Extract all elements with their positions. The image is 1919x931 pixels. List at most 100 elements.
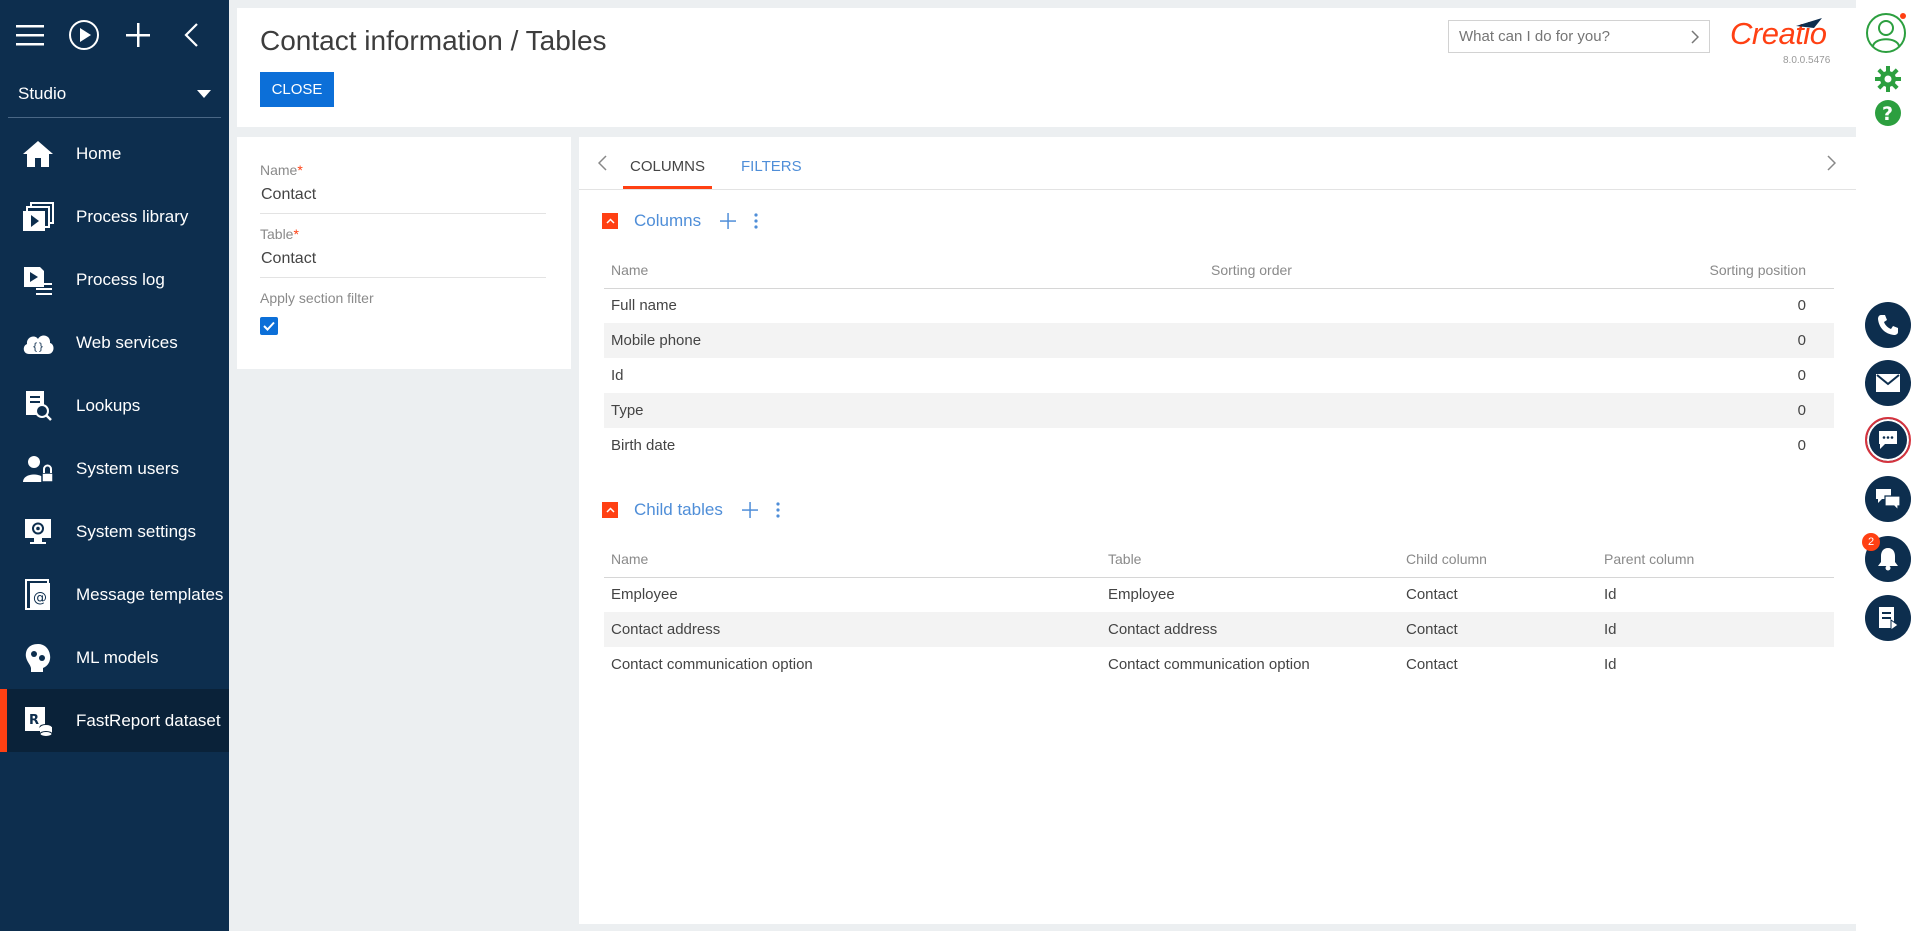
sidebar-item-label: Process library [76,206,189,226]
columns-more-button[interactable] [754,213,758,229]
system-settings-icon [20,514,56,550]
cell-sorting-position: 0 [1797,437,1806,454]
table-row[interactable]: Contact address Contact address Contact … [604,612,1834,647]
process-log-icon [20,262,56,298]
command-line-input[interactable] [1459,28,1691,45]
sidebar-item-home[interactable]: Home [0,122,229,185]
col-header-child-column[interactable]: Child column [1399,541,1597,578]
columns-group-title[interactable]: Columns [634,211,701,231]
section-filter-field: Apply section filter [260,290,548,335]
sidebar-item-process-library[interactable]: Process library [0,185,229,248]
table-row[interactable]: Mobile phone 0 [604,323,1834,358]
name-input[interactable]: Contact [260,178,546,214]
columns-group-header: Columns [602,190,1834,252]
tabs-scroll-right-icon[interactable] [1827,155,1836,171]
approvals-button[interactable] [1865,595,1911,641]
col-header-parent-column[interactable]: Parent column [1597,541,1834,578]
sidebar-item-label: Lookups [76,395,141,415]
chevron-up-icon [605,507,615,513]
sidebar-item-label: System users [76,458,179,478]
col-header-name[interactable]: Name [604,252,1204,289]
tab-filters[interactable]: FILTERS [734,158,809,189]
child-tables-group-title[interactable]: Child tables [634,500,723,520]
tab-columns[interactable]: COLUMNS [623,158,713,189]
sidebar-item-system-settings[interactable]: System settings [0,500,229,563]
approvals-icon [1879,607,1899,630]
plus-icon [741,502,758,518]
feed-button[interactable] [1865,476,1911,522]
add-icon[interactable] [122,18,154,52]
workplace-selector[interactable]: Studio [8,70,221,118]
sidebar-item-label: ML models [76,647,159,667]
sidebar-item-lookups[interactable]: Lookups [0,374,229,437]
communication-panel: ? 2 [1856,0,1919,931]
add-child-table-button[interactable] [741,502,758,518]
sidebar-item-ml-models[interactable]: ML models [0,626,229,689]
gear-icon[interactable] [1874,65,1902,98]
cell-table: Employee [1108,586,1175,604]
creatio-logo: Creatio [1730,16,1827,52]
more-vertical-icon [776,502,780,518]
col-header-name[interactable]: Name [604,541,1101,578]
version-label: 8.0.0.5476 [1783,55,1831,66]
sidebar-item-web-services[interactable]: {} Web services [0,311,229,374]
properties-panel: Name* Contact Table* Contact Apply secti… [237,137,571,369]
columns-group: Columns Name Sorting order Sorting posit… [602,190,1834,463]
notification-badge: 2 [1862,533,1880,551]
child-tables-table: Name Table Child column Parent column Em… [604,541,1834,682]
sidebar-topbar [0,0,229,70]
table-row[interactable]: Employee Employee Contact Id [604,577,1834,612]
collapse-sidebar-icon[interactable] [175,18,207,52]
sidebar-item-process-log[interactable]: Process log [0,248,229,311]
table-row[interactable]: Full name 0 [604,288,1834,323]
sidebar-item-label: FastReport dataset [76,710,221,730]
cell-sorting-order [1204,428,1504,463]
col-header-sorting-order[interactable]: Sorting order [1204,252,1504,289]
table-field: Table* Contact [260,226,548,278]
sidebar-item-label: System settings [76,521,196,541]
sidebar: Studio Home Process library Process log … [0,0,229,931]
sidebar-item-fastreport-dataset[interactable]: R FastReport dataset [0,689,229,752]
table-input[interactable]: Contact [260,242,546,278]
page-header: Contact information / Tables CLOSE Creat… [237,8,1856,127]
columns-table-header: Name Sorting order Sorting position [604,252,1834,289]
child-tables-more-button[interactable] [776,502,780,518]
cell-table: Contact communication option [1108,656,1310,673]
chat-button[interactable] [1865,417,1911,463]
lookups-icon [20,388,56,424]
tab-bar: COLUMNS FILTERS [579,137,1856,190]
command-line[interactable] [1448,20,1710,53]
profile-icon[interactable] [1865,12,1907,54]
col-header-sorting-position[interactable]: Sorting position [1504,252,1834,289]
table-row[interactable]: Contact communication option Contact com… [604,647,1834,682]
tabs-scroll-left-icon[interactable] [598,155,607,171]
section-filter-checkbox[interactable] [260,317,278,335]
phone-icon [1878,315,1898,335]
chat-icon [1879,431,1897,449]
close-button[interactable]: CLOSE [260,72,334,107]
help-icon[interactable]: ? [1874,99,1902,132]
menu-icon[interactable] [14,18,46,52]
col-header-table[interactable]: Table [1101,541,1399,578]
table-row[interactable]: Birth date 0 [604,428,1834,463]
cell-child-column: Contact [1399,612,1597,647]
sidebar-item-message-templates[interactable]: @ Message templates [0,563,229,626]
email-button[interactable] [1865,360,1911,406]
phone-button[interactable] [1865,302,1911,348]
add-column-button[interactable] [720,213,737,229]
cell-table: Contact address [1101,612,1399,647]
envelope-icon [1876,374,1900,392]
sidebar-item-label: Process log [76,269,165,289]
collapse-columns-button[interactable] [602,213,618,229]
run-process-icon[interactable] [68,18,100,52]
cell-name: Id [611,367,624,384]
sidebar-item-system-users[interactable]: System users [0,437,229,500]
table-row[interactable]: Id 0 [604,358,1834,393]
chevron-right-icon[interactable] [1691,29,1699,44]
workplace-label: Studio [18,83,67,103]
web-services-icon: {} [20,325,56,361]
more-vertical-icon [754,213,758,229]
table-row[interactable]: Type 0 [604,393,1834,428]
name-label: Name* [260,162,303,178]
collapse-child-tables-button[interactable] [602,502,618,518]
